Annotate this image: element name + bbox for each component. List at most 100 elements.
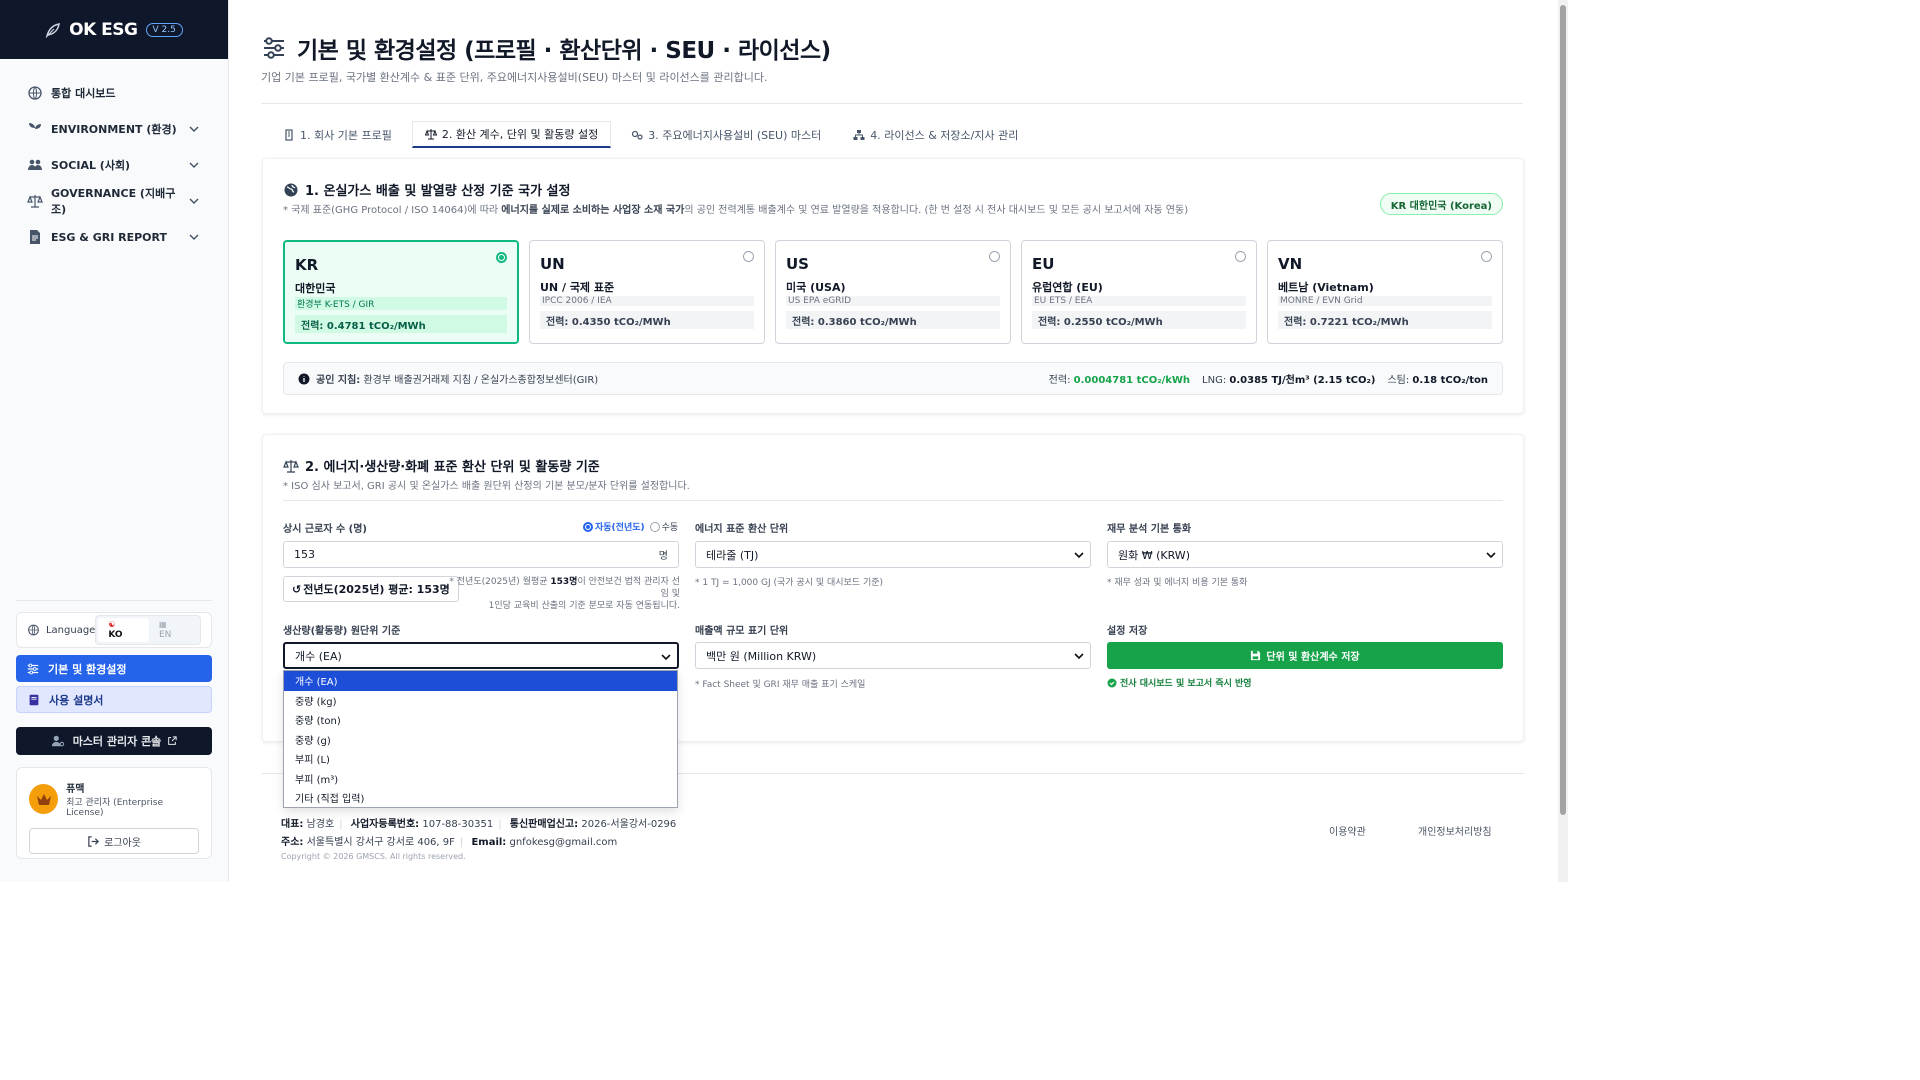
energy-unit-hint: * 1 TJ = 1,000 GJ (국가 공시 및 대시보드 기준) [695, 578, 884, 588]
dropdown-option[interactable]: 개수 (EA) [284, 671, 677, 691]
save-settings-label: 설정 저장 [1107, 626, 1148, 637]
dropdown-option[interactable]: 중량 (g) [284, 730, 677, 750]
country-radio[interactable] [989, 251, 1000, 262]
country-card-us[interactable]: US 미국 (USA) US EPA eGRID 전력: 0.3860 tCO₂… [775, 240, 1011, 344]
sidebar-item-report[interactable]: ESG & GRI REPORT [0, 219, 228, 255]
country-factor: 전력: 0.4350 tCO₂/MWh [540, 311, 754, 329]
country-code: VN [1278, 255, 1303, 273]
revenue-unit-hint: * Fact Sheet 및 GRI 재무 매출 표기 스케일 [695, 680, 866, 690]
workers-unit: 명 [658, 551, 668, 562]
tab-license[interactable]: 4. 라이선스 & 저장소/지사 관리 [841, 121, 1030, 148]
chevron-down-icon [189, 126, 199, 133]
save-units-button[interactable]: 단위 및 환산계수 저장 [1107, 642, 1503, 669]
footer-biz: 107-88-30351 [422, 819, 494, 830]
country-settings-card: 1. 온실가스 배출 및 발열량 산정 기준 국가 설정 * 국제 표준(GHG… [262, 158, 1524, 414]
user-cog-icon [51, 735, 64, 747]
currency-value: 원화 ₩ (KRW) [1118, 548, 1190, 562]
section2-description: * ISO 심사 보고서, GRI 공시 및 온실가스 배출 원단위 산정의 기… [283, 481, 690, 492]
page-scrollbar[interactable] [1558, 0, 1568, 882]
sidebar: OK ESG V 2.5 통합 대시보드 ENVIRONMENT (환경) SO… [0, 0, 229, 882]
logout-button[interactable]: 로그아웃 [29, 828, 199, 854]
country-code: US [786, 255, 809, 273]
selected-country-badge: KR 대한민국 (Korea) [1379, 193, 1503, 215]
desc-text: 의 공인 전력계통 배출계수 및 연료 발열량을 적용합니다. (한 번 설정 … [684, 205, 1189, 216]
sidebar-item-environment[interactable]: ENVIRONMENT (환경) [0, 111, 228, 147]
production-unit-select[interactable]: 개수 (EA) [283, 642, 679, 669]
tab-label: 3. 주요에너지사용설비 (SEU) 마스터 [648, 128, 822, 142]
revenue-unit-label: 매출액 규모 표기 단위 [695, 626, 789, 637]
logo-bar[interactable]: OK ESG V 2.5 [0, 0, 228, 59]
app-logo: OK ESG [69, 19, 138, 40]
revenue-unit-select[interactable]: 백만 원 (Million KRW) [695, 642, 1091, 669]
production-unit-label: 생산량(활동량) 원단위 기준 [283, 626, 401, 637]
footer-email-label: Email: [471, 837, 507, 848]
footer-rep: 남경호 [306, 819, 335, 830]
country-source: EU ETS / EEA [1032, 296, 1246, 306]
auto-radio[interactable] [583, 521, 593, 532]
history-icon: ↺ [292, 582, 302, 596]
sidebar-nav: 통합 대시보드 ENVIRONMENT (환경) SOCIAL (사회) GOV… [0, 59, 228, 255]
settings-nav-button[interactable]: 기본 및 환경설정 [16, 655, 212, 682]
country-radio[interactable] [743, 251, 754, 262]
lang-ko-button[interactable]: ☯ KO [98, 618, 149, 642]
country-card-un[interactable]: UN UN / 국제 표준 IPCC 2006 / IEA 전력: 0.4350… [529, 240, 765, 344]
scrollbar-thumb[interactable] [1560, 5, 1566, 815]
tab-company-profile[interactable]: 1. 회사 기본 프로필 [271, 121, 404, 148]
sidebar-item-label: GOVERNANCE (지배구조) [51, 187, 176, 216]
dropdown-option[interactable]: 부피 (m³) [284, 769, 677, 789]
divider [261, 103, 1523, 104]
lang-en-button[interactable]: ▦ EN [149, 618, 198, 642]
footer-email: gnfokesg@gmail.com [509, 837, 618, 848]
footer-sales-label: 통신판매업신고: [509, 819, 579, 830]
manual-nav-button[interactable]: 사용 설명서 [16, 686, 212, 713]
guideline-text: 환경부 배출권거래제 지침 / 온실가스종합정보센터(GIR) [363, 375, 599, 386]
section2-title: 2. 에너지·생산량·화폐 표준 환산 단위 및 활동량 기준 [305, 460, 600, 475]
chevron-down-icon [1074, 552, 1084, 559]
currency-select[interactable]: 원화 ₩ (KRW) [1107, 541, 1503, 568]
privacy-link[interactable]: 개인정보처리방침 [1418, 823, 1492, 838]
page-title: 기본 및 환경설정 (프로필 · 환산단위 · SEU · 라이선스) [297, 38, 831, 64]
country-name: 베트남 (Vietnam) [1278, 281, 1374, 294]
master-console-label: 마스터 관리자 콘솔 [72, 735, 162, 748]
workers-input[interactable]: 153 명 [283, 541, 679, 568]
country-radio[interactable] [496, 252, 507, 263]
production-unit-value: 개수 (EA) [295, 649, 342, 663]
language-switcher: Language ☯ KO ▦ EN [16, 612, 212, 648]
previous-year-average-chip[interactable]: ↺ 전년도(2025년) 평균: 153명 [283, 576, 459, 602]
scale-icon [283, 459, 299, 473]
dropdown-option[interactable]: 기타 (직접 입력) [284, 788, 677, 808]
dropdown-option[interactable]: 중량 (kg) [284, 691, 677, 711]
sidebar-item-label: SOCIAL (사회) [51, 159, 131, 172]
manual-radio[interactable] [649, 521, 660, 532]
country-options: KR 대한민국 환경부 K-ETS / GIR 전력: 0.4781 tCO₂/… [283, 240, 1503, 344]
country-card-eu[interactable]: EU 유럽연합 (EU) EU ETS / EEA 전력: 0.2550 tCO… [1021, 240, 1257, 344]
terms-link[interactable]: 이용약관 [1329, 823, 1366, 838]
sidebar-item-governance[interactable]: GOVERNANCE (지배구조) [0, 183, 228, 219]
country-radio[interactable] [1235, 251, 1246, 262]
production-unit-dropdown: 개수 (EA) 중량 (kg) 중량 (ton) 중량 (g) 부피 (L) 부… [283, 670, 678, 808]
desc-text: * 국제 표준(GHG Protocol / ISO 14064)에 따라 [283, 205, 502, 216]
country-card-vn[interactable]: VN 베트남 (Vietnam) MONRE / EVN Grid 전력: 0.… [1267, 240, 1503, 344]
section1-title: 1. 온실가스 배출 및 발열량 산정 기준 국가 설정 [305, 184, 571, 199]
sidebar-item-social[interactable]: SOCIAL (사회) [0, 147, 228, 183]
country-source: MONRE / EVN Grid [1278, 296, 1492, 306]
workers-note: * 전년도(2025년) 월평균 153명이 안전보건 법적 관리자 선임 및 … [447, 576, 680, 612]
sliders-icon [27, 663, 39, 674]
tab-seu-master[interactable]: 3. 주요에너지사용설비 (SEU) 마스터 [619, 121, 833, 148]
dropdown-option[interactable]: 부피 (L) [284, 749, 677, 769]
country-source: 환경부 K-ETS / GIR [295, 297, 507, 310]
chevron-down-icon [189, 162, 199, 169]
tab-conversion-units[interactable]: 2. 환산 계수, 단위 및 활동량 설정 [411, 121, 612, 148]
sidebar-item-dashboard[interactable]: 통합 대시보드 [0, 75, 228, 111]
master-console-button[interactable]: 마스터 관리자 콘솔 [16, 727, 212, 755]
footer-sales: 2026-서울강서-0296 [581, 819, 677, 830]
energy-unit-select[interactable]: 테라줄 (TJ) [695, 541, 1091, 568]
dropdown-option[interactable]: 중량 (ton) [284, 710, 677, 730]
version-badge: V 2.5 [145, 22, 183, 37]
country-radio[interactable] [1481, 251, 1492, 262]
country-card-kr[interactable]: KR 대한민국 환경부 K-ETS / GIR 전력: 0.4781 tCO₂/… [283, 240, 519, 344]
save-note-text: 전사 대시보드 및 보고서 즉시 반영 [1120, 679, 1252, 689]
save-button-label: 단위 및 환산계수 저장 [1266, 652, 1360, 663]
section1-description: * 국제 표준(GHG Protocol / ISO 14064)에 따라 에너… [283, 201, 1188, 216]
logout-label: 로그아웃 [104, 837, 141, 849]
